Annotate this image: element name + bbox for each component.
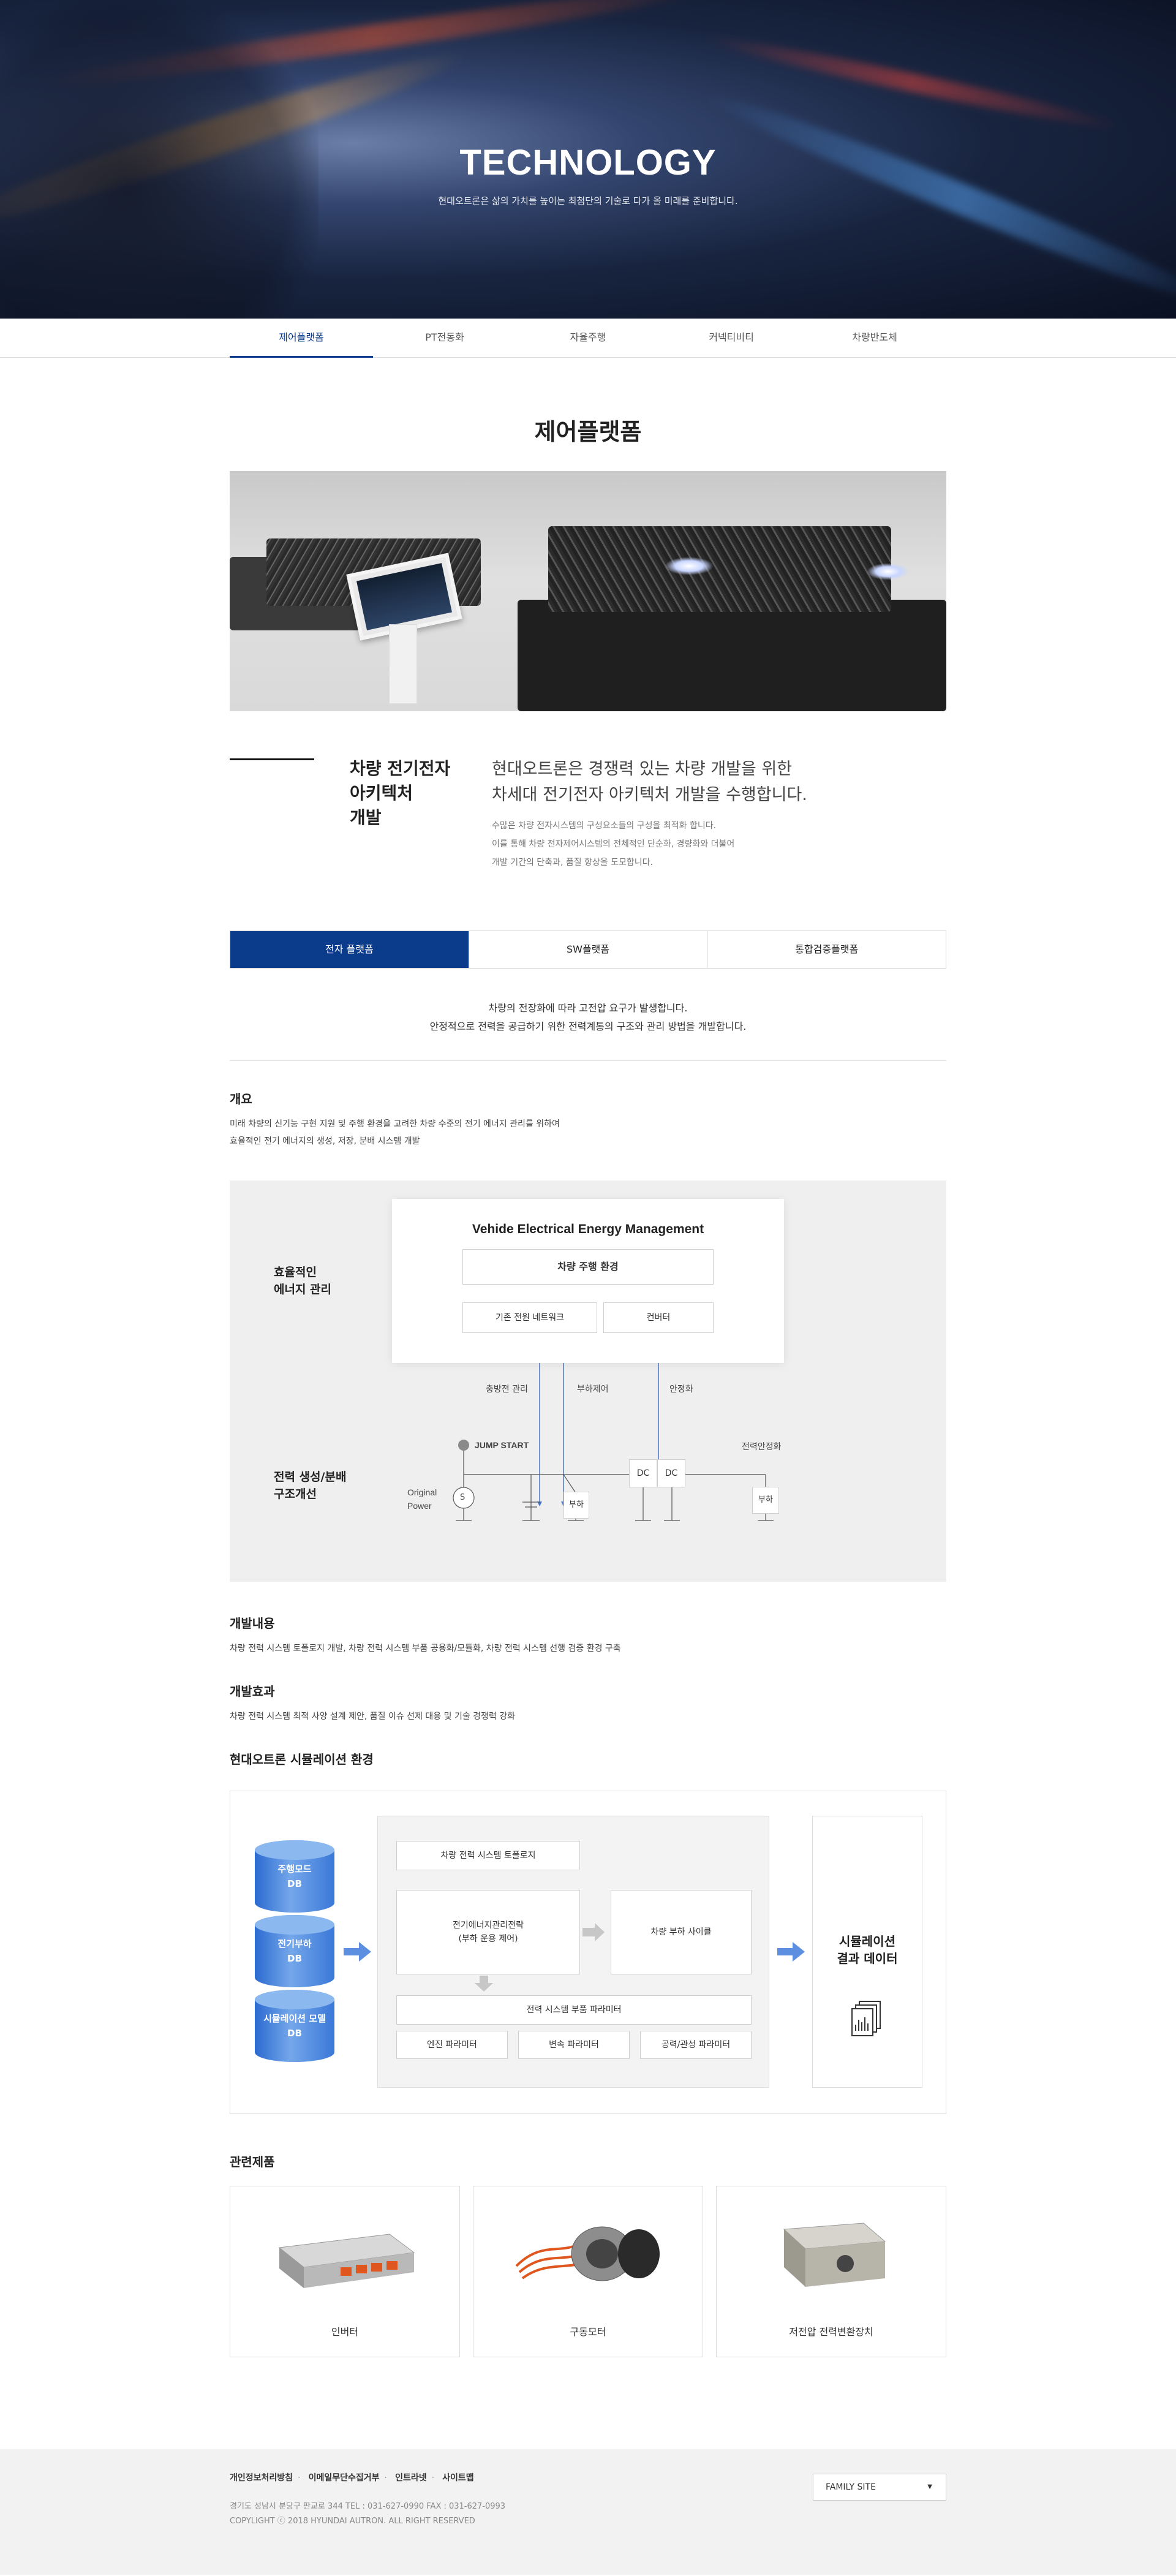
label-jump-start: JUMP START <box>475 1440 529 1450</box>
energy-management-diagram: 효율적인 에너지 관리 전력 생성/분배 구조개선 Vehide Electrica… <box>230 1180 946 1582</box>
family-site-select[interactable]: FAMILY SITE ▼ <box>813 2474 946 2501</box>
product-card-motor[interactable]: 구동모터 <box>473 2186 703 2357</box>
tab-control-platform[interactable]: 제어플랫폼 <box>230 319 373 358</box>
caret-down-icon: ▼ <box>927 2483 932 2490</box>
content-title: 개발내용 <box>230 1616 275 1631</box>
page-title: 제어플랫폼 <box>534 418 642 445</box>
label-load-control: 부하제어 <box>577 1384 609 1394</box>
content-text: 차량 전력 시스템 토폴로지 개발, 차량 전력 시스템 부품 공용화/모듈화,… <box>230 1644 621 1653</box>
hero-subtitle: 현대오트론은 삶의 가치를 높이는 최첨단의 기술로 다가 올 미래를 준비합니… <box>438 195 738 206</box>
label-charge-mgmt: 충방전 관리 <box>486 1384 528 1394</box>
intro-sub: 수많은 차량 전자시스템의 구성요소들의 구성을 최적화 합니다. 이를 통해 … <box>492 821 735 867</box>
label-efficient-energy: 효율적인 에너지 관리 <box>274 1266 332 1296</box>
inverter-image <box>278 2234 415 2288</box>
product-card-inverter[interactable]: 인버터 <box>230 2186 460 2357</box>
motor-image <box>515 2226 660 2281</box>
subtab-sw-platform[interactable]: SW플랫폼 <box>469 931 708 968</box>
dc-box: DC <box>657 1459 685 1487</box>
product-name: 인버터 <box>331 2326 359 2338</box>
footer-address: 경기도 성남시 분당구 판교로 344 TEL : 031-627-0990 F… <box>230 2502 506 2511</box>
sim-result-panel: 시뮬레이션 결과 데이터 <box>812 1816 922 2088</box>
source-symbol: S <box>460 1493 466 1502</box>
box-driving-env: 차량 주행 환경 <box>462 1249 714 1285</box>
tab-autonomous-driving[interactable]: 자율주행 <box>516 319 660 358</box>
hero-title: TECHNOLOGY <box>459 143 717 183</box>
label-original-power: Original Power <box>407 1487 437 1511</box>
tab-connectivity[interactable]: 커넥티비티 <box>660 319 803 358</box>
footer-link-sitemap[interactable]: 사이트맵 <box>442 2473 474 2483</box>
main-tab-bar: 제어플랫폼 PT전동화 자율주행 커넥티비티 차량반도체 <box>0 319 1176 358</box>
tab-vehicle-semiconductor[interactable]: 차량반도체 <box>803 319 946 358</box>
intro-divider <box>230 758 314 872</box>
simulation-diagram: 주행모드 DB 전기부하 DB 시뮬레이션 모델 DB 차량 전력 시스템 토폴로지 … <box>230 1791 946 2114</box>
sim-inner-panel: 차량 전력 시스템 토폴로지 전기에너지관리전략 (부하 운용 제어) 차량 부하… <box>377 1816 769 2088</box>
intro-heading: 차량 전기전자 아키텍처 개발 <box>350 758 451 828</box>
load-box: 부하 <box>752 1487 779 1514</box>
load-box: 부하 <box>564 1492 589 1519</box>
box-aero-param: 공력/관성 파라미터 <box>640 2031 752 2059</box>
product-name: 구동모터 <box>570 2326 606 2338</box>
footer-link-privacy[interactable]: 개인정보처리방침 <box>230 2473 293 2483</box>
subtab-integrated-verification[interactable]: 통합검증플랫폼 <box>707 931 946 968</box>
sim-title: 현대오트론 시뮬레이션 환경 <box>230 1752 374 1767</box>
showroom-photo <box>230 471 946 711</box>
section-description: 차량의 전장화에 따라 고전압 요구가 발생합니다. 안정적으로 전력을 공급하… <box>230 999 946 1061</box>
product-list: 인버터 구동모터 저전압 전력변환장치 <box>230 2186 946 2357</box>
effect-text: 차량 전력 시스템 최적 사양 설계 제안, 품질 이슈 선제 대응 및 기술 … <box>230 1712 516 1721</box>
product-card-converter[interactable]: 저전압 전력변환장치 <box>716 2186 946 2357</box>
result-title: 시뮬레이션 결과 데이터 <box>837 1934 898 1966</box>
product-name: 저전압 전력변환장치 <box>789 2326 873 2338</box>
box-transmission-param: 변속 파라미터 <box>518 2031 630 2059</box>
sub-tab-bar: 전자 플랫폼 SW플랫폼 통합검증플랫폼 <box>230 931 946 969</box>
tab-pt-electrification[interactable]: PT전동화 <box>373 319 516 358</box>
footer-link-email-refusal[interactable]: 이메일무단수집거부 <box>309 2473 380 2483</box>
footer-copyright: COPYLIGHT ⓒ 2018 HYUNDAI AUTRON. ALL RIG… <box>230 2517 475 2526</box>
box-converter: 컨버터 <box>603 1302 714 1333</box>
subtab-electronic-platform[interactable]: 전자 플랫폼 <box>230 931 469 968</box>
document-icon <box>851 2001 881 2036</box>
overview-text: 미래 차량의 신기능 구현 지원 및 주행 환경을 고려한 차량 수준의 전기 … <box>230 1119 560 1146</box>
box-power-network: 기존 전원 네트워크 <box>462 1302 597 1333</box>
card-title: Vehide Electrical Energy Management <box>472 1222 704 1236</box>
label-power-stabilization: 전력안정화 <box>742 1442 782 1452</box>
footer-link-intranet[interactable]: 인트라넷 <box>395 2473 427 2483</box>
products-title: 관련제품 <box>230 2155 275 2169</box>
footer-info: 경기도 성남시 분당구 판교로 344 TEL : 031-627-0990 F… <box>230 2499 946 2529</box>
dc-box: DC <box>629 1459 657 1487</box>
hero-banner: TECHNOLOGY 현대오트론은 삶의 가치를 높이는 최첨단의 기술로 다가… <box>0 0 1176 319</box>
overview-title: 개요 <box>230 1092 252 1106</box>
intro-lead: 현대오트론은 경쟁력 있는 차량 개발을 위한 차세대 전기전자 아키텍처 개발… <box>492 760 807 804</box>
box-engine-param: 엔진 파라미터 <box>396 2031 508 2059</box>
footer: 개인정보처리방침 · 이메일무단수집거부 · 인트라넷 · 사이트맵 경기도 성남시 … <box>0 2449 1176 2575</box>
label-stabilization: 안정화 <box>669 1384 693 1394</box>
label-power-generation: 전력 생성/분배 구조개선 <box>274 1470 347 1501</box>
intro-section: 차량 전기전자 아키텍처 개발 현대오트론은 경쟁력 있는 차량 개발을 위한 … <box>230 757 946 872</box>
effect-title: 개발효과 <box>230 1684 275 1699</box>
box-parameters: 전력 시스템 부품 파라미터 <box>396 1995 752 2025</box>
converter-image <box>783 2223 886 2287</box>
